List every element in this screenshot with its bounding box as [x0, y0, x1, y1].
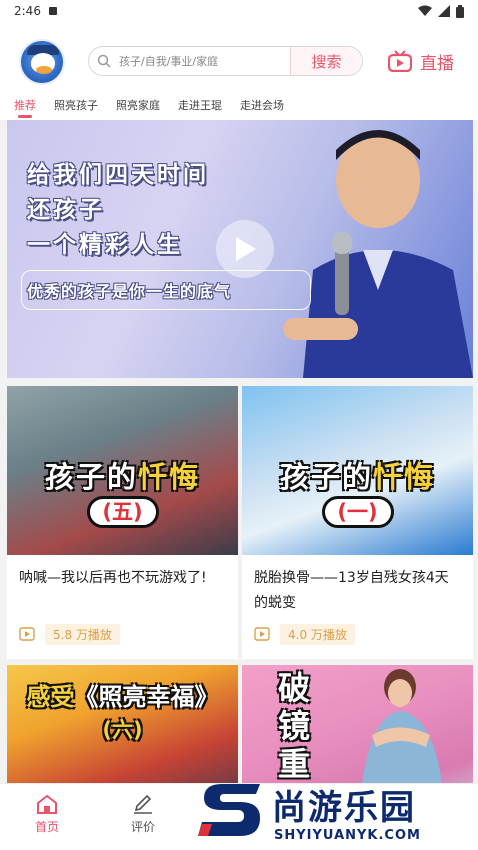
search-input[interactable]: 孩子/自我/事业/家庭	[119, 53, 290, 69]
user-avatar[interactable]	[19, 39, 65, 85]
tab-label: 走进会场	[240, 99, 284, 112]
watermark-logo-icon	[198, 784, 260, 836]
tab-label: 照亮孩子	[54, 99, 98, 112]
notification-icon	[48, 7, 57, 15]
wifi-icon	[418, 5, 432, 16]
video-thumbnail: 破镜重	[242, 665, 473, 783]
video-title: 脱胎换骨——13岁自残女孩4天的蜕变	[254, 570, 449, 611]
tv-live-icon	[388, 50, 412, 72]
nav-home[interactable]: 首页	[17, 794, 77, 835]
video-card[interactable]: 破镜重	[242, 665, 473, 783]
battery-icon	[456, 4, 464, 18]
views-label: 4.0 万播放	[280, 623, 355, 645]
status-time: 2:46	[14, 4, 41, 18]
video-thumbnail: 孩子的忏悔 (一)	[242, 386, 473, 555]
play-icon	[236, 237, 256, 261]
thumbnail-vertical-title: 破镜重	[278, 669, 311, 783]
thumbnail-title-b: 《照亮幸福》	[74, 683, 219, 711]
watermark-text: 尚游乐园	[272, 788, 416, 828]
home-icon	[37, 794, 57, 814]
video-card[interactable]: 孩子的忏悔 (五) 呐喊—我以后再也不玩游戏了! 5.8 万播放	[7, 386, 238, 659]
banner-line: 还孩子	[27, 197, 105, 223]
view-count: 5.8 万播放	[19, 623, 120, 645]
tab-about-wangkun[interactable]: 走进王琨	[178, 92, 222, 118]
play-button[interactable]	[216, 220, 274, 278]
tab-light-children[interactable]: 照亮孩子	[54, 92, 98, 118]
views-label: 5.8 万播放	[45, 623, 120, 645]
view-count: 4.0 万播放	[254, 623, 355, 645]
edit-icon	[134, 794, 152, 814]
thumbnail-title: 孩子的忏悔	[242, 454, 473, 496]
signal-icon	[438, 5, 450, 17]
thumbnail-title-a: 孩子的	[279, 460, 373, 494]
speaker-image	[283, 130, 473, 378]
live-button[interactable]: 直播	[388, 46, 468, 76]
tab-label: 照亮家庭	[116, 99, 160, 112]
category-tabs: 推荐 照亮孩子 照亮家庭 走进王琨 走进会场	[0, 92, 478, 118]
app-header: 孩子/自我/事业/家庭 搜索 直播 推荐 照亮孩子 照亮家庭 走进王琨 走进会场	[0, 22, 478, 120]
nav-review[interactable]: 评价	[113, 794, 173, 835]
watermark-url: SHYIYUANYK.COM	[274, 828, 421, 843]
search-bar[interactable]: 孩子/自我/事业/家庭 搜索	[88, 46, 363, 76]
avatar-bill	[36, 66, 52, 74]
episode-badge: (五)	[86, 496, 159, 528]
tab-label: 推荐	[14, 99, 36, 112]
episode-badge: (一)	[321, 496, 394, 528]
search-button[interactable]: 搜索	[290, 47, 362, 75]
tab-light-family[interactable]: 照亮家庭	[116, 92, 160, 118]
tab-label: 走进王琨	[178, 99, 222, 112]
embracing-people-image	[362, 669, 442, 783]
video-icon	[19, 627, 35, 641]
thumbnail-title-b: 忏悔	[138, 460, 201, 494]
video-thumbnail: 感受《照亮幸福》 (六)	[7, 665, 238, 783]
thumbnail-title: 感受《照亮幸福》	[7, 677, 238, 712]
thumbnail-title: 孩子的忏悔	[7, 454, 238, 496]
nav-home-label: 首页	[34, 820, 59, 834]
hero-banner[interactable]: 给我们四天时间 还孩子 一个精彩人生 优秀的孩子是你一生的底气	[7, 120, 473, 378]
video-thumbnail: 孩子的忏悔 (五)	[7, 386, 238, 555]
site-watermark: 尚游乐园 SHYIYUANYK.COM	[198, 778, 478, 850]
banner-headline: 给我们四天时间 还孩子 一个精彩人生	[27, 158, 209, 263]
video-title: 呐喊—我以后再也不玩游戏了!	[19, 570, 207, 586]
video-card[interactable]: 感受《照亮幸福》 (六)	[7, 665, 238, 783]
thumbnail-title-a: 孩子的	[44, 460, 138, 494]
status-bar: 2:46	[0, 0, 478, 22]
episode-badge: (六)	[102, 718, 143, 742]
nav-review-label: 评价	[130, 820, 155, 834]
banner-subtitle: 优秀的孩子是你一生的底气	[27, 282, 232, 301]
live-label: 直播	[420, 53, 454, 74]
tab-recommend[interactable]: 推荐	[14, 92, 36, 118]
thumbnail-title-b: 忏悔	[373, 460, 436, 494]
video-icon	[254, 627, 270, 641]
banner-line: 给我们四天时间	[27, 162, 209, 188]
search-icon	[89, 47, 119, 75]
tab-venue[interactable]: 走进会场	[240, 92, 284, 118]
thumbnail-title-a: 感受	[26, 683, 75, 711]
banner-line: 一个精彩人生	[27, 232, 183, 258]
video-card[interactable]: 孩子的忏悔 (一) 脱胎换骨——13岁自残女孩4天的蜕变 4.0 万播放	[242, 386, 473, 659]
